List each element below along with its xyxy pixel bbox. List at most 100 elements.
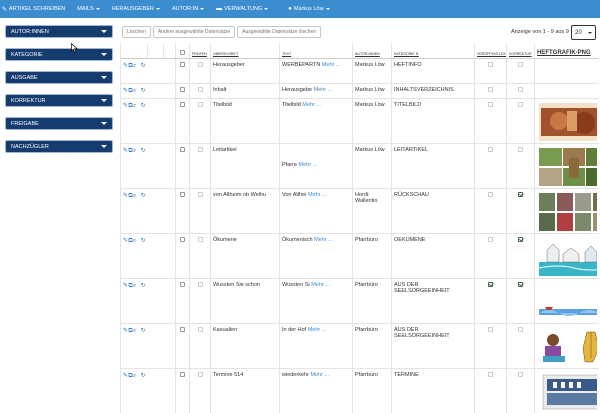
refresh-icon[interactable]: ↻ (141, 328, 146, 334)
header-kategorie[interactable]: KATEGORIE ⇅ (391, 44, 475, 59)
edit-selected-button[interactable]: Ändere ausgewählte Datensätze (152, 26, 236, 38)
korrektur-checkbox[interactable] (518, 326, 523, 332)
delete-selected-button[interactable]: Ausgewählte Datensätze löschen (237, 26, 322, 38)
header-veroeffentlicht[interactable]: VERÖFFENTLICHT (474, 44, 507, 59)
pruefen-cell (189, 97, 211, 143)
header-ueberschrift[interactable]: ÜBERSCHRIFT (210, 44, 280, 59)
row-select-checkbox[interactable] (180, 146, 185, 152)
veroeffentlicht-checkbox[interactable] (488, 371, 493, 377)
heftgrafik-cell (534, 322, 599, 368)
pruefen-checkbox[interactable] (197, 61, 203, 67)
veroeffentlicht-checkbox[interactable] (488, 146, 493, 152)
pruefen-checkbox[interactable] (197, 146, 203, 152)
nav-autorin[interactable]: AUTOR:IN (172, 6, 205, 12)
row-select-checkbox[interactable] (180, 236, 185, 242)
pruefen-checkbox[interactable] (197, 281, 203, 287)
select-all-checkbox[interactable] (180, 49, 185, 55)
nav-user-menu[interactable]: ● Markus Löw (288, 6, 330, 12)
filter-ausgabe-button[interactable]: AUSGABE (5, 71, 113, 84)
korrektur-checkbox[interactable] (518, 191, 523, 197)
header-heftgrafik[interactable]: HEFTGRAFIK-PNG (534, 44, 599, 59)
search-icon[interactable]: ⌕ (133, 63, 137, 69)
heftgrafik-thumbnail[interactable] (539, 237, 597, 278)
nav-verwaltung[interactable]: ▬ VERWALTUNG (216, 6, 269, 12)
refresh-icon[interactable]: ↻ (141, 148, 146, 154)
refresh-icon[interactable]: ↻ (141, 283, 146, 289)
nav-herausgeber[interactable]: HERAUSGEBER (112, 6, 160, 12)
refresh-icon[interactable]: ↻ (141, 103, 146, 109)
heftgrafik-thumbnail[interactable] (539, 102, 597, 143)
refresh-icon[interactable]: ↻ (141, 88, 146, 94)
row-select-checkbox[interactable] (180, 61, 185, 67)
filter-freigabe-button[interactable]: FREIGABE (5, 117, 113, 130)
row-select-checkbox[interactable] (180, 86, 185, 92)
row-select-checkbox[interactable] (180, 191, 185, 197)
veroeffentlicht-checkbox[interactable] (488, 326, 493, 332)
pruefen-checkbox[interactable] (197, 236, 203, 242)
veroeffentlicht-checkbox[interactable] (488, 86, 493, 92)
filter-korrektur-button[interactable]: KORREKTUR (5, 94, 113, 107)
more-link[interactable]: Mehr ... (308, 327, 327, 333)
search-icon[interactable]: ⌕ (133, 238, 137, 244)
text-preview: Pfarre (282, 161, 297, 168)
more-link[interactable]: Mehr ... (299, 162, 318, 168)
header-pruefen[interactable]: PRÜFEN (189, 44, 211, 59)
heftgrafik-thumbnail[interactable] (539, 147, 597, 188)
search-icon[interactable]: ⌕ (133, 193, 137, 199)
more-link[interactable]: Mehr ... (311, 282, 330, 288)
delete-button[interactable]: Löschen (122, 26, 151, 38)
search-icon[interactable]: ⌕ (133, 103, 137, 109)
page-size-select[interactable]: 20 (571, 25, 596, 40)
korrektur-checkbox[interactable] (518, 101, 523, 107)
refresh-icon[interactable]: ↻ (141, 63, 146, 69)
pruefen-checkbox[interactable] (197, 101, 203, 107)
more-link[interactable]: Mehr ... (314, 87, 333, 93)
search-icon[interactable]: ⌕ (133, 328, 137, 334)
korrektur-cell (506, 277, 535, 323)
nav-artikel-schreiben[interactable]: ✎ ARTIKEL SCHREIBEN (2, 6, 65, 13)
more-link[interactable]: Mehr ... (310, 372, 329, 378)
veroeffentlicht-checkbox[interactable] (488, 101, 493, 107)
row-select-checkbox[interactable] (180, 101, 185, 107)
search-icon[interactable]: ⌕ (133, 148, 137, 154)
heftgrafik-thumbnail[interactable] (539, 327, 597, 368)
refresh-icon[interactable]: ↻ (141, 373, 146, 379)
korrektur-checkbox[interactable] (518, 86, 523, 92)
korrektur-checkbox[interactable] (518, 281, 523, 287)
korrektur-checkbox[interactable] (518, 61, 523, 67)
row-select-checkbox[interactable] (180, 326, 185, 332)
veroeffentlicht-checkbox[interactable] (488, 191, 493, 197)
korrektur-checkbox[interactable] (518, 236, 523, 242)
filter-kategorie-button[interactable]: KATEGORIE (5, 48, 113, 61)
more-link[interactable]: Mehr ... (314, 237, 333, 243)
filter-nachzuegler-button[interactable]: NACHZÜGLER (5, 140, 113, 153)
search-icon[interactable]: ⌕ (133, 283, 137, 289)
more-link[interactable]: Mehr ... (308, 192, 327, 198)
more-link[interactable]: Mehr ... (322, 62, 341, 68)
pruefen-checkbox[interactable] (197, 326, 203, 332)
refresh-icon[interactable]: ↻ (141, 238, 146, 244)
header-autor[interactable]: AUTOR:INNEN (352, 44, 392, 59)
heftgrafik-thumbnail[interactable] (539, 372, 597, 413)
ueberschrift-cell: Kasualien (210, 322, 280, 368)
search-icon[interactable]: ⌕ (133, 88, 137, 94)
search-icon[interactable]: ⌕ (133, 373, 137, 379)
pruefen-checkbox[interactable] (197, 371, 203, 377)
korrektur-checkbox[interactable] (518, 371, 523, 377)
row-select-checkbox[interactable] (180, 281, 185, 287)
veroeffentlicht-checkbox[interactable] (488, 281, 493, 287)
pruefen-checkbox[interactable] (197, 191, 203, 197)
veroeffentlicht-checkbox[interactable] (488, 61, 493, 67)
nav-mails[interactable]: MAILS (77, 6, 100, 12)
veroeffentlicht-checkbox[interactable] (488, 236, 493, 242)
heftgrafik-thumbnail[interactable] (539, 192, 597, 233)
header-korrektur[interactable]: KORREKTUR (506, 44, 535, 59)
refresh-icon[interactable]: ↻ (141, 193, 146, 199)
pruefen-checkbox[interactable] (197, 86, 203, 92)
heftgrafik-thumbnail[interactable] (539, 282, 597, 323)
korrektur-checkbox[interactable] (518, 146, 523, 152)
row-select-checkbox[interactable] (180, 371, 185, 377)
header-text[interactable]: TEXT (279, 44, 353, 59)
more-link[interactable]: Mehr ... (302, 102, 321, 108)
filter-autorinnen-button[interactable]: AUTOR:INNEN (5, 25, 113, 38)
